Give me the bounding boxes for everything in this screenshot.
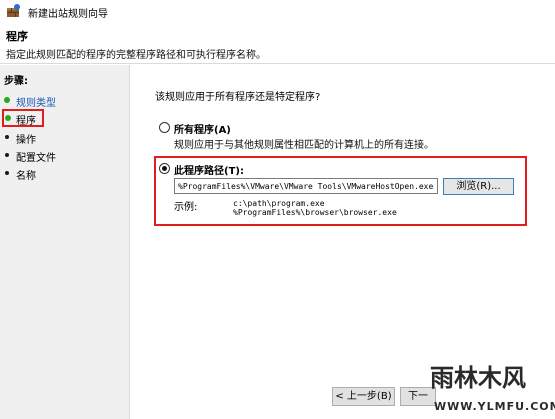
watermark-url: WWW.YLMFU.COM <box>434 400 555 413</box>
step-label: 配置文件 <box>16 153 56 164</box>
page-title: 程序 <box>6 30 28 43</box>
question-text: 该规则应用于所有程序还是特定程序? <box>155 92 321 103</box>
example-path: c:\path\program.exe <box>233 199 325 208</box>
page-description: 指定此规则匹配的程序的完整程序路径和可执行程序名称。 <box>6 50 266 61</box>
step-program[interactable]: 程序 <box>2 109 44 127</box>
all-programs-radio[interactable] <box>159 122 170 133</box>
steps-title: 步骤: <box>4 76 28 87</box>
back-button[interactable]: < 上一步(B) <box>332 387 395 406</box>
program-path-input[interactable] <box>174 178 438 194</box>
example-label: 示例: <box>174 202 198 213</box>
step-status-icon <box>5 115 11 121</box>
step-rule-type[interactable]: 规则类型 <box>2 92 122 110</box>
all-programs-label[interactable]: 所有程序(A) <box>174 121 231 136</box>
step-label: 操作 <box>16 135 36 146</box>
step-action[interactable]: 操作 <box>2 129 122 147</box>
program-path-label[interactable]: 此程序路径(T): <box>174 162 244 177</box>
wizard-header: 程序 指定此规则匹配的程序的完整程序路径和可执行程序名称。 <box>0 22 555 64</box>
title-bar[interactable]: 新建出站规则向导 <box>0 0 555 22</box>
watermark-logo-text: 雨林木风 <box>430 364 526 392</box>
step-label: 名称 <box>16 171 36 182</box>
all-programs-description: 规则应用于与其他规则属性相匹配的计算机上的所有连接。 <box>174 140 434 151</box>
step-bullet-icon <box>5 171 9 175</box>
step-name[interactable]: 名称 <box>2 165 122 183</box>
site-watermark: 雨林木风 WWW.YLMFU.COM <box>430 356 555 419</box>
step-label: 规则类型 <box>16 98 56 109</box>
step-label: 程序 <box>16 116 36 127</box>
step-status-icon <box>4 97 10 103</box>
program-path-radio[interactable] <box>159 163 170 174</box>
steps-pane: 步骤: 规则类型 程序 操作 配置文件 名称 <box>0 65 129 419</box>
window-title: 新建出站规则向导 <box>28 9 108 20</box>
step-bullet-icon <box>5 135 9 139</box>
example-path: %ProgramFiles%\browser\browser.exe <box>233 208 397 217</box>
firewall-app-icon <box>6 4 21 18</box>
browse-button[interactable]: 浏览(R)... <box>443 178 514 195</box>
step-bullet-icon <box>5 153 9 157</box>
step-profile[interactable]: 配置文件 <box>2 147 122 165</box>
